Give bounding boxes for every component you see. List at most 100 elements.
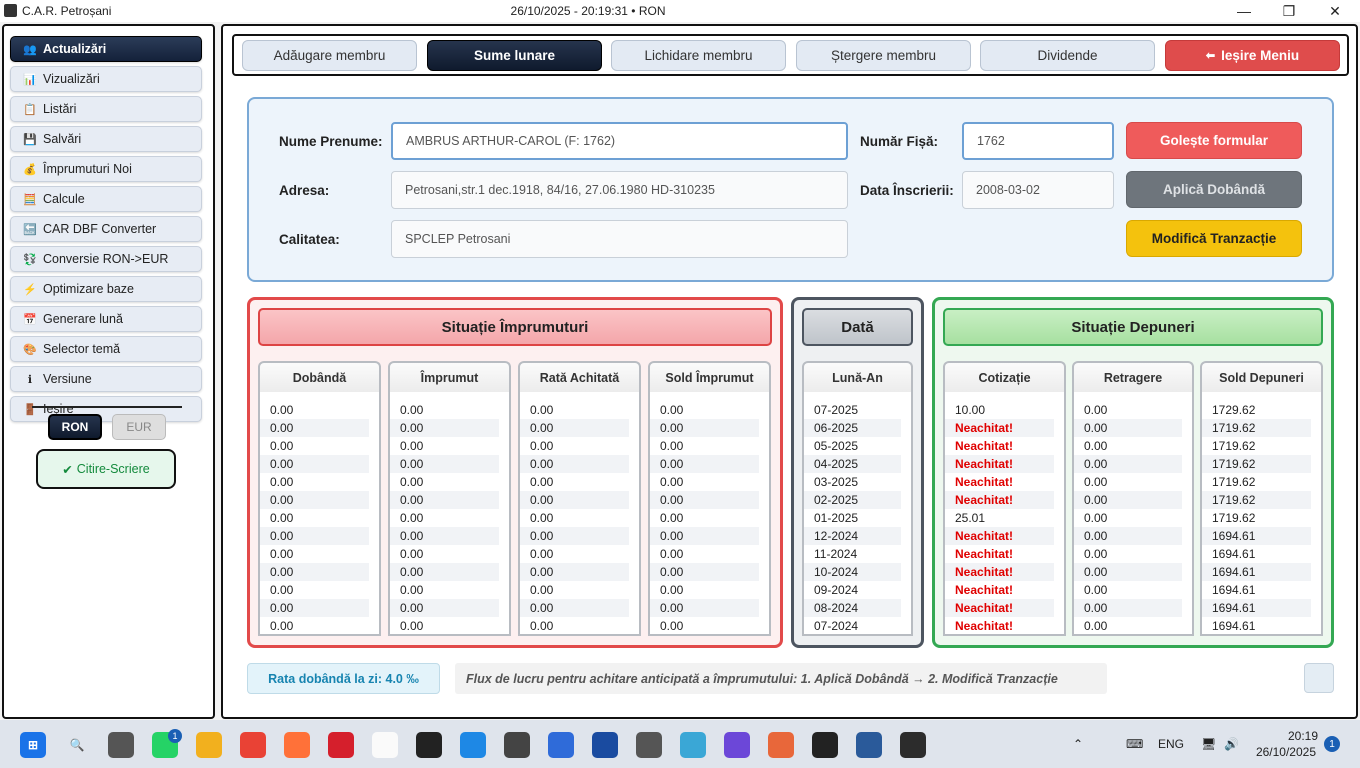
list-item[interactable]: 1694.61 xyxy=(1202,527,1311,545)
sidebar-item-9[interactable]: 📅 Generare lună xyxy=(10,306,202,332)
list-item[interactable]: 0.00 xyxy=(260,581,369,599)
list-item[interactable]: 0.00 xyxy=(520,491,629,509)
sidebar-item-2[interactable]: 📋 Listări xyxy=(10,96,202,122)
list-item[interactable]: 0.00 xyxy=(260,491,369,509)
list-item[interactable]: 0.00 xyxy=(650,599,759,617)
list-item[interactable]: 0.00 xyxy=(650,509,759,527)
column-header-rata-achitata[interactable]: Rată Achitată xyxy=(518,361,641,392)
list-item[interactable]: 12-2024 xyxy=(804,527,901,545)
chrome-icon[interactable] xyxy=(240,732,266,758)
list-item[interactable]: 04-2025 xyxy=(804,455,901,473)
task-view-icon[interactable] xyxy=(108,732,134,758)
list-item[interactable]: 1719.62 xyxy=(1202,473,1311,491)
list-item[interactable]: 0.00 xyxy=(1074,545,1182,563)
column-list-sold-depuneri[interactable]: 1729.62 1719.62 1719.62 1719.62 1719.62 1719.… xyxy=(1200,392,1323,636)
minimize-button[interactable]: — xyxy=(1221,0,1267,22)
list-item[interactable]: 0.00 xyxy=(650,419,759,437)
list-item[interactable]: 25.01 xyxy=(945,509,1054,527)
list-item[interactable]: 0.00 xyxy=(260,545,369,563)
clock-time[interactable]: 20:19 xyxy=(1288,729,1318,743)
list-item[interactable]: 1694.61 xyxy=(1202,599,1311,617)
list-item[interactable]: 0.00 xyxy=(650,545,759,563)
list-item[interactable]: 0.00 xyxy=(260,563,369,581)
list-item[interactable]: 1719.62 xyxy=(1202,419,1311,437)
list-item[interactable]: Neachitat! xyxy=(945,455,1054,473)
sidebar-item-5[interactable]: 🧮 Calcule xyxy=(10,186,202,212)
list-item[interactable]: 0.00 xyxy=(520,455,629,473)
column-header-sold-imprumut[interactable]: Sold Împrumut xyxy=(648,361,771,392)
list-item[interactable]: 0.00 xyxy=(1074,437,1182,455)
chevron-up-icon[interactable]: ⌃ xyxy=(1073,737,1083,751)
list-item[interactable]: 07-2024 xyxy=(804,617,901,634)
apply-interest-button[interactable]: Aplică Dobândă xyxy=(1126,171,1302,208)
list-item[interactable]: 07-2025 xyxy=(804,401,901,419)
opera-icon[interactable] xyxy=(328,732,354,758)
car-app-icon[interactable] xyxy=(900,732,926,758)
floppy-disk-icon[interactable] xyxy=(592,732,618,758)
address-field[interactable]: Petrosani,str.1 dec.1918, 84/16, 27.06.1… xyxy=(391,171,848,209)
circle-app-icon[interactable] xyxy=(724,732,750,758)
list-item[interactable]: 1719.62 xyxy=(1202,509,1311,527)
list-item[interactable]: Neachitat! xyxy=(945,599,1054,617)
list-item[interactable]: 05-2025 xyxy=(804,437,901,455)
list-item[interactable]: 0.00 xyxy=(1074,563,1182,581)
date-field[interactable]: 2008-03-02 xyxy=(962,171,1114,209)
column-header-retragere[interactable]: Retragere xyxy=(1072,361,1194,392)
column-list-luna-an[interactable]: 07-2025 06-2025 05-2025 04-2025 03-2025 02-20… xyxy=(802,392,913,636)
claude-icon[interactable] xyxy=(768,732,794,758)
language-indicator[interactable]: ENG xyxy=(1158,737,1184,751)
list-item[interactable]: 0.00 xyxy=(390,599,499,617)
list-item[interactable]: 1694.61 xyxy=(1202,545,1311,563)
list-item[interactable]: 0.00 xyxy=(520,437,629,455)
list-item[interactable]: 0.00 xyxy=(1074,509,1182,527)
list-item[interactable]: 0.00 xyxy=(1074,419,1182,437)
sidebar-item-4[interactable]: 💰 Împrumuturi Noi xyxy=(10,156,202,182)
list-item[interactable]: 0.00 xyxy=(650,617,759,634)
modify-transaction-button[interactable]: Modifică Tranzacție xyxy=(1126,220,1302,257)
list-item[interactable]: 08-2024 xyxy=(804,599,901,617)
close-button[interactable]: ✕ xyxy=(1312,0,1358,22)
document-icon[interactable] xyxy=(372,732,398,758)
list-item[interactable]: 0.00 xyxy=(260,509,369,527)
column-list-rata-achitata[interactable]: 0.00 0.00 0.00 0.00 0.00 0.00 0.00 0.00 0.00 0.00… xyxy=(518,392,641,636)
sidebar-item-10[interactable]: 🎨 Selector temă xyxy=(10,336,202,362)
list-item[interactable]: 0.00 xyxy=(520,545,629,563)
column-list-imprumut[interactable]: 0.00 0.00 0.00 0.00 0.00 0.00 0.00 0.00 0.00 0.00… xyxy=(388,392,511,636)
currency-ron-button[interactable]: RON xyxy=(48,414,102,440)
list-item[interactable]: 0.00 xyxy=(520,473,629,491)
column-header-dobanda[interactable]: Dobândă xyxy=(258,361,381,392)
sparkle-icon[interactable] xyxy=(548,732,574,758)
column-list-dobanda[interactable]: 0.00 0.00 0.00 0.00 0.00 0.00 0.00 0.00 0.00 0.00… xyxy=(258,392,381,636)
sidebar-item-11[interactable]: ℹ Versiune xyxy=(10,366,202,392)
nav-tab-4[interactable]: Dividende xyxy=(980,40,1155,71)
notification-badge[interactable]: 1 xyxy=(1324,736,1340,752)
openai-icon[interactable] xyxy=(812,732,838,758)
list-item[interactable]: 0.00 xyxy=(1074,455,1182,473)
list-item[interactable]: 0.00 xyxy=(260,437,369,455)
currency-eur-button[interactable]: EUR xyxy=(112,414,166,440)
windows-start-icon[interactable]: ⊞ xyxy=(20,732,46,758)
nav-tab-2[interactable]: Lichidare membru xyxy=(611,40,786,71)
list-item[interactable]: 0.00 xyxy=(650,473,759,491)
list-item[interactable]: 0.00 xyxy=(390,617,499,634)
column-list-retragere[interactable]: 0.00 0.00 0.00 0.00 0.00 0.00 0.00 0.00 0.00 0.00… xyxy=(1072,392,1194,636)
sidebar-item-6[interactable]: 🔙 CAR DBF Converter xyxy=(10,216,202,242)
list-item[interactable]: 01-2025 xyxy=(804,509,901,527)
list-item[interactable]: 0.00 xyxy=(1074,491,1182,509)
column-header-cotizatie[interactable]: Cotizație xyxy=(943,361,1066,392)
list-item[interactable]: 0.00 xyxy=(260,455,369,473)
nav-tab-0[interactable]: Adăugare membru xyxy=(242,40,417,71)
list-item[interactable]: 0.00 xyxy=(390,473,499,491)
sidebar-item-0[interactable]: 👥 Actualizări xyxy=(10,36,202,62)
list-item[interactable]: 0.00 xyxy=(390,491,499,509)
list-item[interactable]: 1729.62 xyxy=(1202,401,1311,419)
list-item[interactable]: Neachitat! xyxy=(945,473,1054,491)
list-item[interactable]: 0.00 xyxy=(650,563,759,581)
list-item[interactable]: 1694.61 xyxy=(1202,563,1311,581)
search-icon[interactable]: 🔍 xyxy=(64,732,90,758)
list-item[interactable]: 0.00 xyxy=(390,509,499,527)
list-item[interactable]: 0.00 xyxy=(390,401,499,419)
list-item[interactable]: 1719.62 xyxy=(1202,491,1311,509)
sidebar-item-7[interactable]: 💱 Conversie RON->EUR xyxy=(10,246,202,272)
column-list-sold-imprumut[interactable]: 0.00 0.00 0.00 0.00 0.00 0.00 0.00 0.00 0.00 0.00… xyxy=(648,392,771,636)
